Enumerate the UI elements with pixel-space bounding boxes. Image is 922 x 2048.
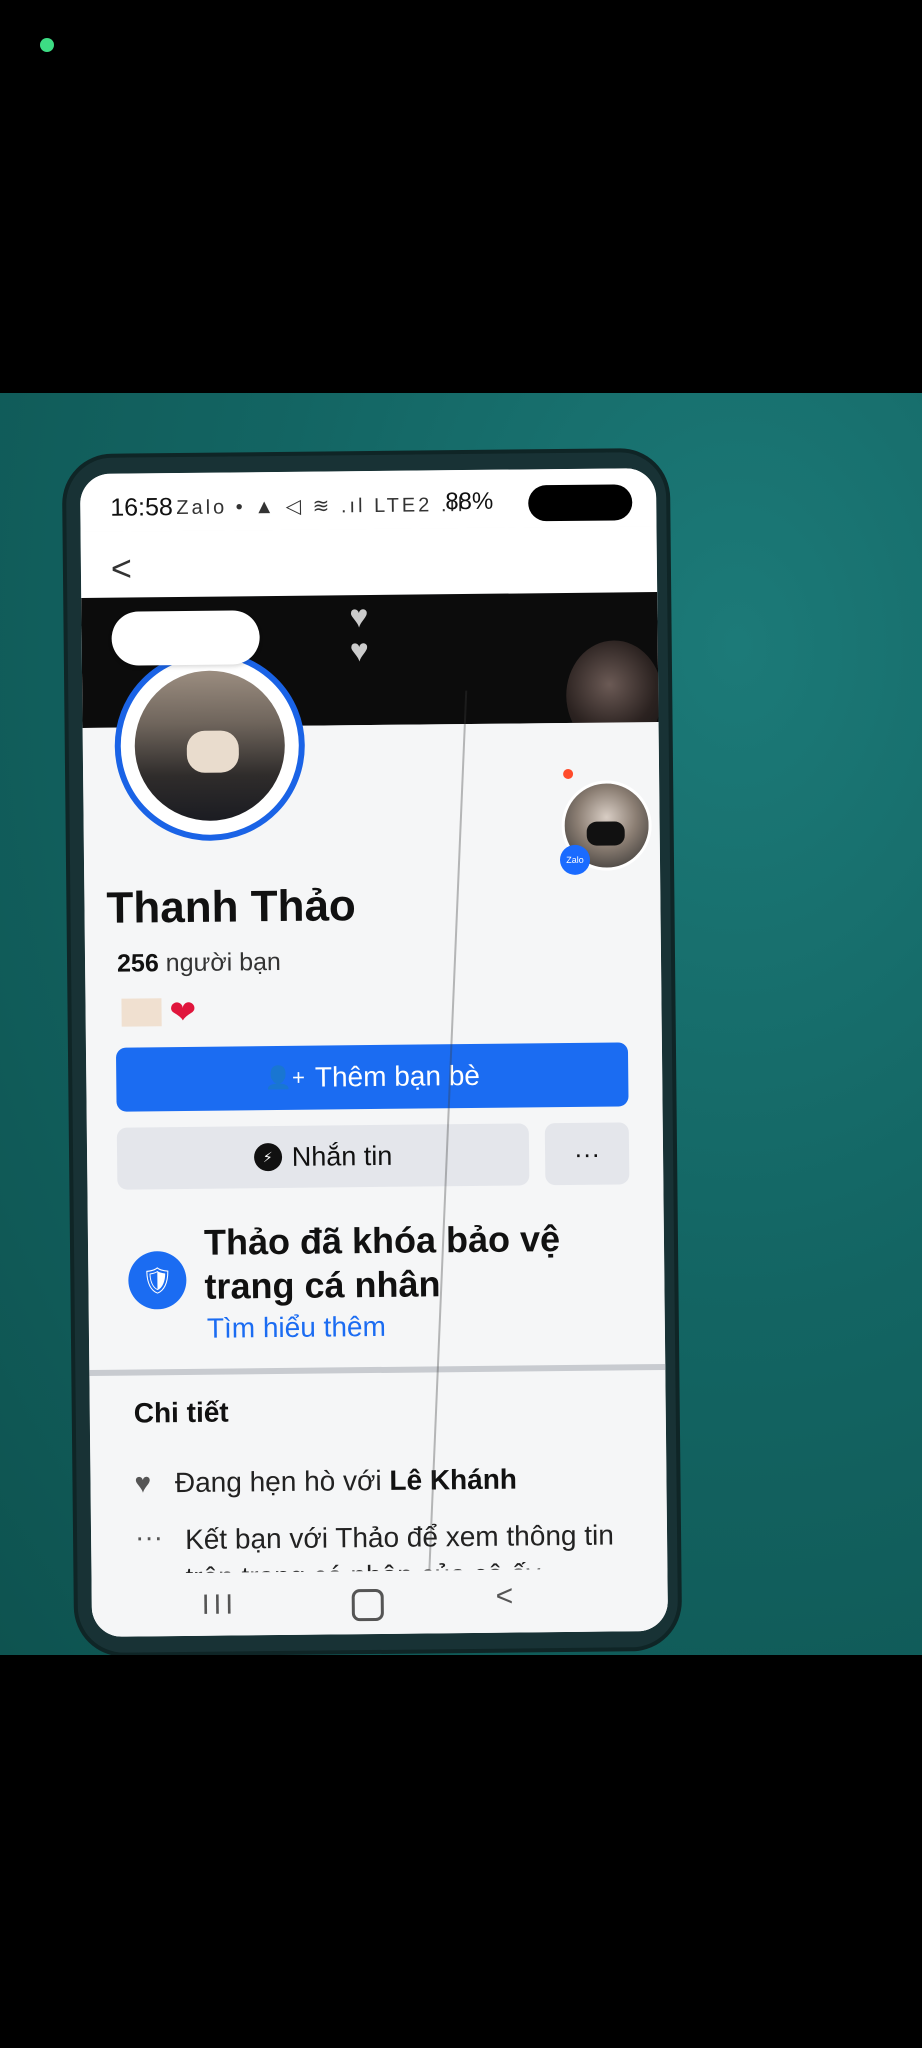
message-button[interactable]: ⚡ Nhắn tin bbox=[116, 1123, 530, 1190]
status-time: 16:58 bbox=[110, 493, 173, 522]
friends-label: người bạn bbox=[165, 947, 282, 978]
locked-profile-title: Thảo đã khóa bảo vệ trang cá nhân bbox=[203, 1218, 561, 1307]
nav-back-icon[interactable]: < bbox=[496, 1580, 514, 1614]
more-options-button[interactable]: ··· bbox=[544, 1122, 630, 1186]
friends-count[interactable]: 256 người bạn bbox=[117, 948, 281, 979]
heart-icon: ❤ bbox=[169, 993, 197, 1031]
profile-bio: ❤ bbox=[117, 993, 196, 1032]
face-mask bbox=[186, 730, 240, 773]
status-bar: 16:58 Zalo • ▲ ◁ ≋ .ıl LTE2 .ıl 88% bbox=[79, 468, 657, 533]
zalo-badge: Zalo bbox=[559, 844, 591, 876]
messenger-icon: ⚡ bbox=[253, 1142, 282, 1172]
notification-dot bbox=[563, 768, 574, 780]
learn-more-link[interactable]: Tìm hiểu thêm bbox=[207, 1311, 386, 1345]
note-bubble[interactable] bbox=[111, 610, 260, 666]
friends-number: 256 bbox=[116, 949, 159, 978]
recent-apps-icon[interactable]: III bbox=[202, 1588, 238, 1620]
android-nav-bar: III < bbox=[91, 1567, 669, 1637]
add-friend-button[interactable]: 👤+ Thêm bạn bè bbox=[115, 1042, 629, 1112]
partner-name-link[interactable]: Lê Khánh bbox=[389, 1464, 517, 1496]
relationship-row: ♥ Đang hẹn hò với Lê Khánh bbox=[134, 1464, 517, 1500]
emoji-placeholder bbox=[121, 998, 162, 1027]
details-heading: Chi tiết bbox=[133, 1396, 229, 1429]
status-icons: Zalo • ▲ ◁ ≋ .ıl LTE2 .ıl bbox=[176, 494, 466, 520]
add-person-icon: 👤+ bbox=[264, 1064, 306, 1091]
add-friend-label: Thêm bạn bè bbox=[314, 1059, 481, 1093]
photo-of-phone: 16:58 Zalo • ▲ ◁ ≋ .ıl LTE2 .ıl 88% < ♥ ♥… bbox=[0, 393, 922, 1655]
chat-head-mask bbox=[586, 821, 625, 846]
status-dot bbox=[40, 38, 54, 52]
home-icon[interactable] bbox=[351, 1588, 384, 1622]
more-dots-icon: ··· bbox=[134, 1521, 164, 1553]
shield-icon: 🛡 bbox=[128, 1250, 187, 1310]
avatar-photo bbox=[133, 669, 286, 822]
phone-screen: 16:58 Zalo • ▲ ◁ ≋ .ıl LTE2 .ıl 88% < ♥ ♥… bbox=[79, 468, 669, 1637]
battery-level: 88% bbox=[445, 487, 494, 516]
hearts-decoration: ♥ ♥ bbox=[349, 598, 369, 669]
top-header: < bbox=[80, 526, 658, 599]
relationship-prefix: Đang hẹn hò với bbox=[174, 1464, 382, 1499]
message-label: Nhắn tin bbox=[291, 1140, 393, 1172]
profile-name: Thanh Thảo bbox=[106, 881, 357, 933]
back-icon[interactable]: < bbox=[111, 548, 132, 590]
camera-cutout bbox=[528, 484, 633, 522]
heart-icon: ♥ bbox=[134, 1467, 152, 1499]
